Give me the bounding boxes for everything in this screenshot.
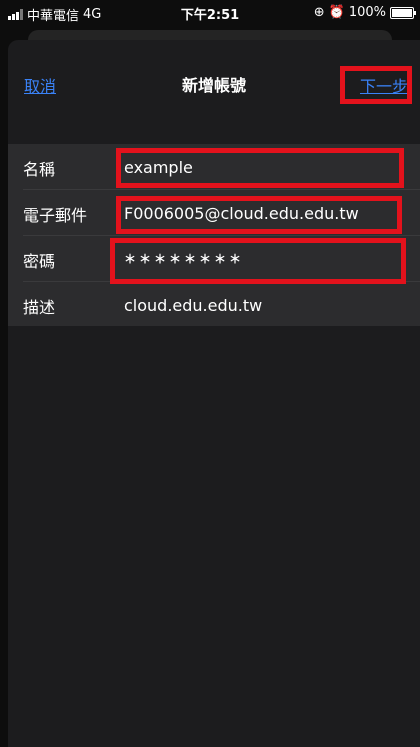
status-bar: 中華電信 4G 下午2:51 ⊕ ⏰ 100%	[0, 0, 420, 26]
name-label: 名稱	[23, 160, 56, 179]
email-row[interactable]: 電子郵件 F0006005@cloud.edu.edu.tw	[8, 190, 420, 236]
account-form: 名稱 example 電子郵件 F0006005@cloud.edu.edu.t…	[8, 144, 420, 326]
description-row[interactable]: 描述 cloud.edu.edu.tw	[8, 282, 420, 328]
battery-fill	[392, 8, 412, 17]
name-row[interactable]: 名稱 example	[8, 144, 420, 190]
password-field[interactable]: ＊＊＊＊＊＊＊＊	[124, 250, 244, 267]
description-label: 描述	[23, 298, 56, 317]
password-row[interactable]: 密碼 ＊＊＊＊＊＊＊＊	[8, 236, 420, 282]
status-right: ⊕ ⏰ 100%	[313, 5, 416, 20]
navigation-bar: 取消 新增帳號 下一步	[8, 40, 420, 140]
description-field[interactable]: cloud.edu.edu.tw	[124, 296, 262, 315]
add-account-sheet: 取消 新增帳號 下一步 名稱 example 電子郵件 F0006005@clo…	[8, 40, 420, 747]
email-label: 電子郵件	[23, 206, 88, 225]
alarm-icon: ⏰	[328, 5, 345, 20]
password-label: 密碼	[23, 252, 56, 271]
battery-percent: 100%	[348, 5, 386, 20]
name-field[interactable]: example	[124, 158, 193, 177]
page-title: 新增帳號	[181, 76, 246, 95]
email-field[interactable]: F0006005@cloud.edu.edu.tw	[124, 204, 359, 223]
next-button[interactable]: 下一步	[360, 73, 408, 97]
battery-icon	[390, 6, 416, 19]
lock-rotation-icon: ⊕	[313, 5, 325, 20]
